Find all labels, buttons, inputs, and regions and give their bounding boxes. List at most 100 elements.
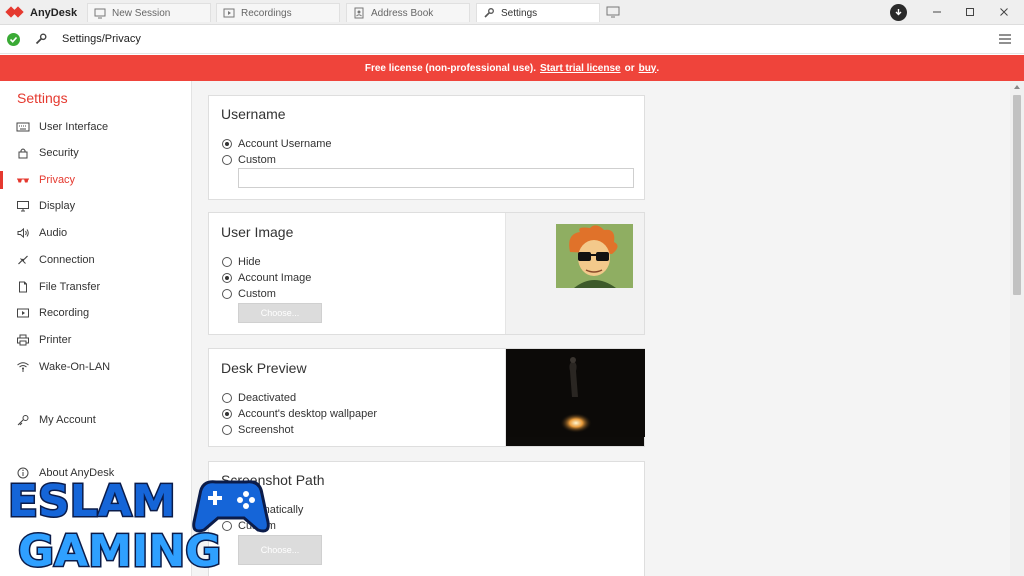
section-title: Desk Preview xyxy=(221,360,307,376)
sidebar-item-wake-on-lan[interactable]: Wake-On-LAN xyxy=(0,355,191,379)
address-bar: Settings/Privacy xyxy=(0,25,1024,54)
radio-hide-image[interactable]: Hide xyxy=(222,256,261,268)
scroll-up-arrow-icon[interactable] xyxy=(1013,83,1021,91)
scroll-thumb[interactable] xyxy=(1013,95,1021,295)
radio-desktop-wallpaper[interactable]: Account's desktop wallpaper xyxy=(222,408,377,420)
watermark-line1: ESLAM xyxy=(8,476,176,527)
radio-button[interactable] xyxy=(222,155,232,165)
desk-preview-panel xyxy=(505,349,645,446)
tab-address-book[interactable]: Address Book xyxy=(346,3,470,22)
keyboard-icon xyxy=(16,122,30,132)
profile-download-button[interactable] xyxy=(890,4,907,21)
app-name: AnyDesk xyxy=(30,6,78,19)
sidebar-item-security[interactable]: Security xyxy=(0,141,191,165)
file-icon xyxy=(19,281,27,293)
privacy-glasses-icon xyxy=(17,178,29,183)
speaker-icon xyxy=(17,227,29,239)
sidebar-item-connection[interactable]: Connection xyxy=(0,248,191,272)
anydesk-logo-icon xyxy=(5,5,24,18)
eslam-gaming-watermark: ESLAM GAMING xyxy=(7,475,270,576)
sidebar-item-label: Privacy xyxy=(39,174,76,186)
radio-account-username[interactable]: Account Username xyxy=(222,138,332,150)
sidebar-item-my-account[interactable]: My Account xyxy=(0,408,191,432)
license-banner: Free license (non-professional use). Sta… xyxy=(0,55,1024,81)
sidebar-item-label: Recording xyxy=(39,307,90,319)
display-icon xyxy=(17,201,29,212)
minimize-button[interactable] xyxy=(927,4,947,20)
buy-link[interactable]: buy xyxy=(639,63,657,74)
radio-label: Custom xyxy=(238,288,276,300)
banner-or-text: or xyxy=(624,62,635,74)
close-button[interactable] xyxy=(994,4,1014,20)
sidebar-item-file-transfer[interactable]: File Transfer xyxy=(0,275,191,299)
sidebar-item-user-interface[interactable]: User Interface xyxy=(0,115,191,139)
radio-deactivated[interactable]: Deactivated xyxy=(222,392,296,404)
radio-account-image[interactable]: Account Image xyxy=(222,272,311,284)
tab-label: Recordings xyxy=(241,7,292,19)
wifi-icon xyxy=(17,362,29,372)
sidebar-item-label: File Transfer xyxy=(39,281,101,293)
radio-button[interactable] xyxy=(222,139,232,149)
recording-icon xyxy=(223,8,235,18)
radio-button[interactable] xyxy=(222,393,232,403)
radio-label: Account Username xyxy=(238,138,332,150)
address-book-icon xyxy=(354,7,364,19)
new-tab-icon[interactable] xyxy=(606,6,620,18)
content-scrollbar[interactable] xyxy=(1010,81,1024,576)
custom-username-input[interactable] xyxy=(238,168,634,188)
radio-button[interactable] xyxy=(222,273,232,283)
watermark-line2: GAMING xyxy=(18,526,221,576)
sidebar-item-privacy[interactable]: Privacy xyxy=(0,168,191,192)
maximize-button[interactable] xyxy=(960,4,980,20)
sidebar-item-audio[interactable]: Audio xyxy=(0,221,191,245)
radio-label: Custom xyxy=(238,154,276,166)
tab-new-session[interactable]: New Session xyxy=(87,3,211,22)
sidebar-item-label: Wake-On-LAN xyxy=(39,361,111,373)
user-image-preview-panel xyxy=(505,213,644,334)
username-section: Username Account Username Custom xyxy=(208,95,645,200)
tab-recordings[interactable]: Recordings xyxy=(216,3,340,22)
radio-label: Deactivated xyxy=(238,392,297,404)
section-title: User Image xyxy=(221,224,294,240)
radio-button[interactable] xyxy=(222,409,232,419)
monitor-icon xyxy=(94,8,106,19)
sidebar-item-printer[interactable]: Printer xyxy=(0,328,191,352)
key-icon xyxy=(17,415,29,426)
sidebar-item-label: Security xyxy=(39,147,79,159)
minimize-icon xyxy=(933,11,941,13)
radio-button[interactable] xyxy=(222,289,232,299)
sidebar-item-recording[interactable]: Recording xyxy=(0,301,191,325)
radio-label: Account Image xyxy=(238,272,312,284)
tab-label: Settings xyxy=(501,7,538,19)
hamburger-menu-icon[interactable] xyxy=(998,32,1012,46)
user-avatar-image xyxy=(556,224,633,288)
radio-custom-image[interactable]: Custom xyxy=(222,288,276,300)
tab-settings[interactable]: Settings xyxy=(476,3,600,22)
sidebar-item-display[interactable]: Display xyxy=(0,194,191,218)
recording-icon xyxy=(17,308,29,318)
choose-image-button[interactable]: Choose... xyxy=(238,303,322,323)
desktop-wallpaper-image xyxy=(506,349,645,437)
title-bar: AnyDesk New Session Recordings Address B… xyxy=(0,0,1024,25)
wrench-icon xyxy=(35,33,47,45)
download-arrow-icon xyxy=(895,9,902,16)
user-image-section: User Image Hide Account Image Custom Cho… xyxy=(208,212,645,335)
start-trial-link[interactable]: Start trial license xyxy=(540,63,621,74)
connection-icon xyxy=(18,255,28,265)
lock-icon xyxy=(18,148,28,159)
sidebar-title: Settings xyxy=(17,90,68,106)
banner-text: Free license (non-professional use). xyxy=(364,62,536,74)
sidebar-item-label: Display xyxy=(39,200,76,212)
tab-label: Address Book xyxy=(371,7,434,19)
close-icon xyxy=(1000,8,1008,16)
sidebar-item-label: User Interface xyxy=(39,121,109,133)
radio-button[interactable] xyxy=(222,257,232,267)
sidebar-item-label: Printer xyxy=(39,334,72,346)
sidebar-item-label: My Account xyxy=(39,414,96,426)
section-title: Username xyxy=(221,106,286,122)
tab-label: New Session xyxy=(112,7,171,19)
radio-button[interactable] xyxy=(222,425,232,435)
radio-custom-username[interactable]: Custom xyxy=(222,154,276,166)
gamepad-icon xyxy=(192,480,270,533)
radio-screenshot[interactable]: Screenshot xyxy=(222,424,294,436)
